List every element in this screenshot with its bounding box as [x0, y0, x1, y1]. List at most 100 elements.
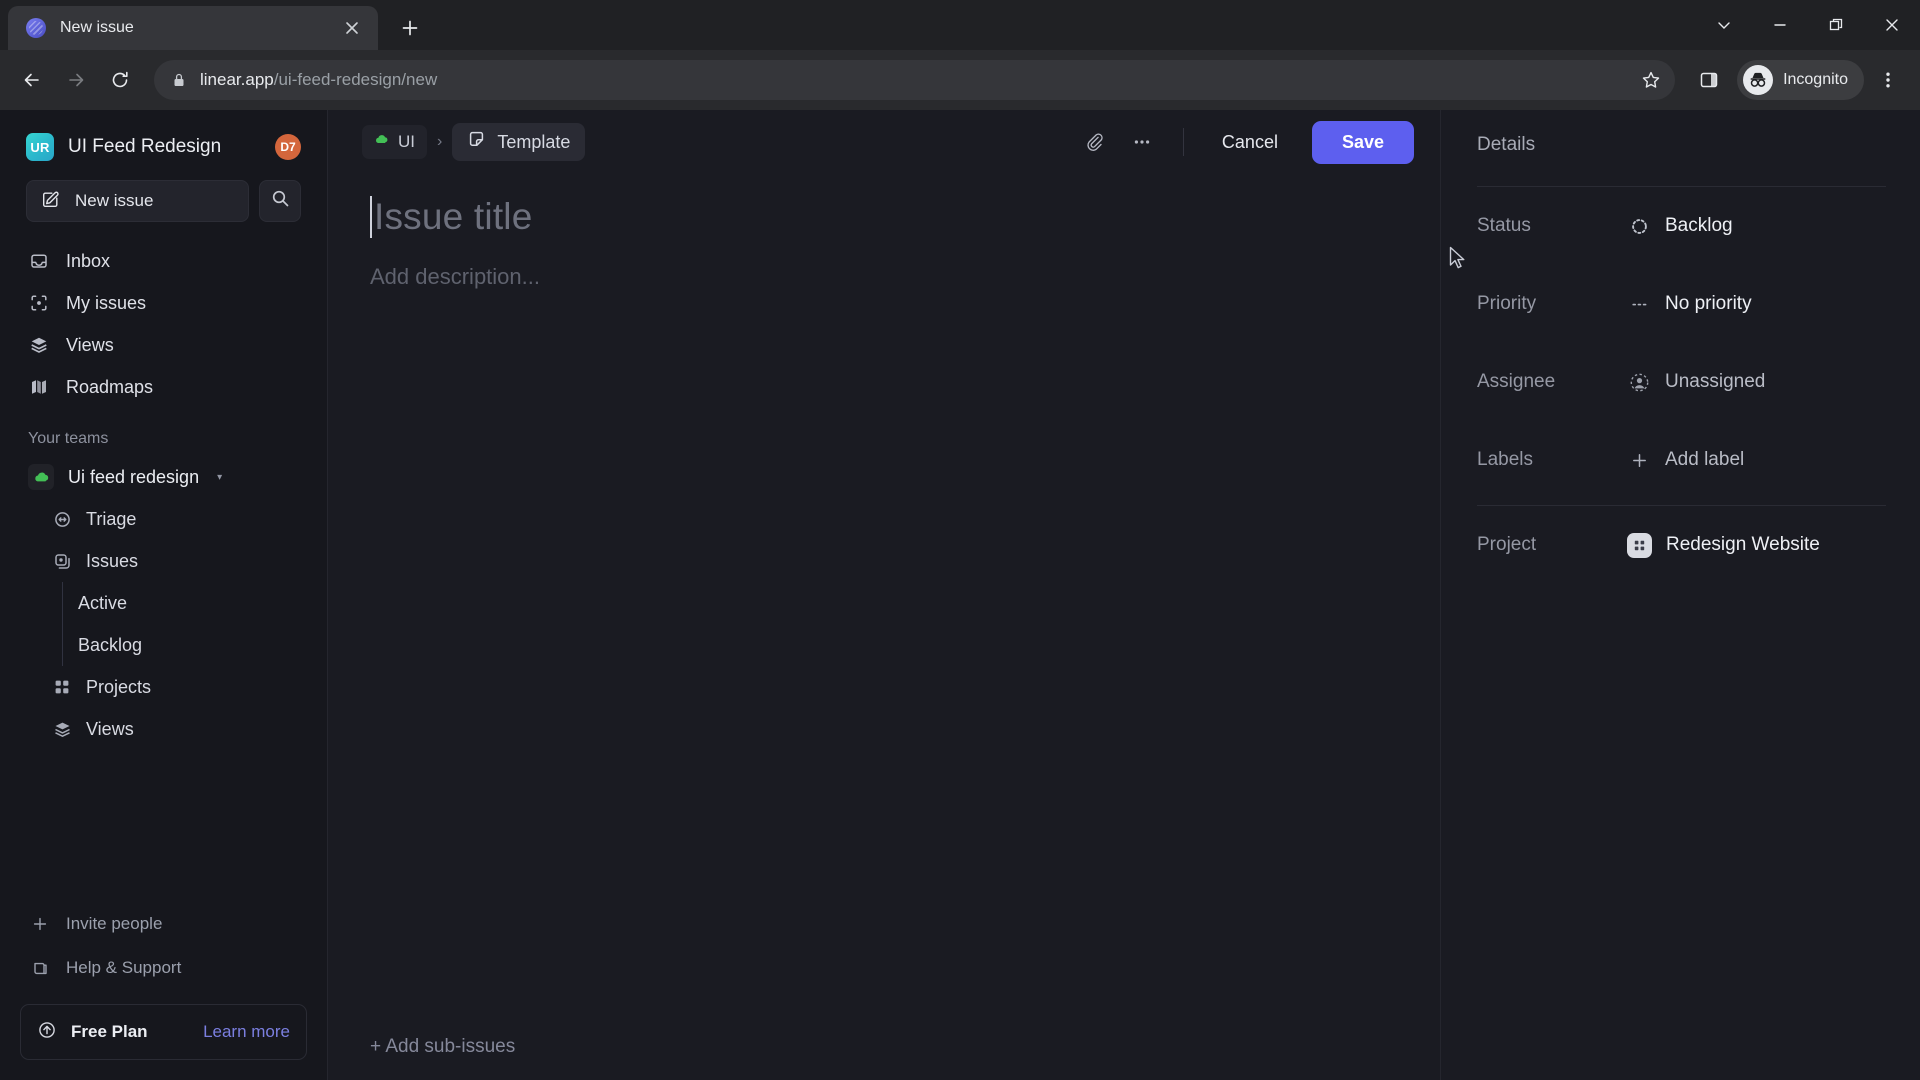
invite-people-button[interactable]: Invite people [0, 902, 327, 946]
breadcrumb-team-label: UI [398, 132, 415, 151]
three-dot-menu-icon[interactable] [1868, 60, 1908, 100]
assignee-value[interactable]: Unassigned [1627, 370, 1765, 394]
team-name: Ui feed redesign [68, 466, 200, 487]
breadcrumb-template[interactable]: Template [452, 123, 586, 161]
sidebar-item-issues[interactable]: Issues [0, 540, 327, 582]
help-support-label: Help & Support [66, 958, 182, 977]
project-text: Redesign Website [1666, 534, 1820, 555]
workspace-avatar: UR [26, 133, 54, 161]
status-value[interactable]: Backlog [1627, 214, 1733, 238]
plus-icon [1627, 448, 1651, 472]
upgrade-arrow-icon [37, 1020, 57, 1045]
assignee-label: Assignee [1477, 371, 1556, 392]
minimize-icon[interactable] [1752, 0, 1808, 50]
close-icon[interactable] [338, 14, 366, 42]
project-value[interactable]: Redesign Website [1627, 532, 1820, 558]
chevron-down-icon[interactable]: ▾ [217, 472, 222, 483]
editor-area: Issue title Add description... + Add sub… [328, 174, 1440, 1080]
incognito-label: Incognito [1783, 71, 1848, 88]
project-grid-icon [1627, 532, 1652, 558]
url-domain: linear.app [200, 70, 274, 89]
workspace-badge[interactable]: D7 [275, 134, 301, 160]
lock-icon [168, 72, 190, 88]
details-row-project[interactable]: Project Redesign Website [1477, 506, 1886, 584]
reload-icon[interactable] [100, 60, 140, 100]
incognito-profile-badge[interactable]: Incognito [1737, 60, 1864, 100]
search-button[interactable] [259, 180, 301, 222]
bookmark-star-icon[interactable] [1641, 70, 1661, 90]
green-cloud-icon [374, 132, 389, 152]
layers-icon [52, 719, 72, 739]
sidebar-item-active[interactable]: Active [0, 582, 327, 624]
browser-tab[interactable]: New issue [8, 6, 378, 50]
forward-arrow-icon[interactable] [56, 60, 96, 100]
close-icon[interactable] [1864, 0, 1920, 50]
address-bar[interactable]: linear.app/ui-feed-redesign/new [154, 60, 1676, 100]
sidebar-item-views[interactable]: Views [18, 324, 309, 366]
sidebar-item-inbox[interactable]: Inbox [18, 240, 309, 282]
sidebar-item-triage[interactable]: Triage [0, 498, 327, 540]
details-row-assignee[interactable]: Assignee Unassigned [1477, 343, 1886, 421]
sidebar-item-backlog[interactable]: Backlog [0, 624, 327, 666]
three-dot-icon[interactable] [1121, 121, 1163, 163]
chevron-down-icon[interactable] [1696, 0, 1752, 50]
sidebar-label: Roadmaps [66, 376, 154, 397]
invite-people-label: Invite people [66, 914, 163, 933]
save-button[interactable]: Save [1311, 120, 1414, 164]
plan-box[interactable]: Free Plan Learn more [20, 1004, 307, 1060]
sidebar-actions: New issue [0, 170, 327, 226]
sidebar-item-projects[interactable]: Projects [0, 666, 327, 708]
sidebar-item-my-issues[interactable]: My issues [18, 282, 309, 324]
paperclip-icon[interactable] [1073, 121, 1115, 163]
help-support-button[interactable]: Help & Support [0, 946, 327, 990]
learn-more-link[interactable]: Learn more [203, 1022, 290, 1042]
new-issue-button[interactable]: New issue [26, 180, 249, 222]
sidebar-item-team-views[interactable]: Views [0, 708, 327, 750]
sidebar-label: Inbox [66, 250, 111, 271]
details-row-status[interactable]: Status Backlog [1477, 187, 1886, 265]
browser-window: New issue linear.app/ui-feed-redesign/ne… [0, 0, 1920, 1080]
new-tab-button[interactable] [392, 10, 428, 46]
new-issue-label: New issue [75, 191, 154, 210]
issue-description-input[interactable]: Add description... [370, 264, 1400, 290]
add-label-button[interactable]: Add label [1627, 448, 1744, 472]
sidebar-label: Projects [86, 676, 152, 697]
issue-title-input[interactable]: Issue title [370, 196, 1400, 238]
labels-label: Labels [1477, 449, 1533, 470]
issue-title-placeholder: Issue title [374, 196, 533, 237]
breadcrumb-template-label: Template [497, 131, 571, 152]
my-issues-icon [28, 292, 50, 314]
workspace-name: UI Feed Redesign [68, 136, 222, 157]
restore-icon[interactable] [1808, 0, 1864, 50]
status-label: Status [1477, 215, 1531, 236]
team-subnav: Triage Issues Active Backlog Projects Vi… [0, 498, 327, 750]
issues-icon [52, 551, 72, 571]
triage-icon [52, 509, 72, 529]
inbox-icon [28, 250, 50, 272]
details-row-priority[interactable]: Priority No priority [1477, 265, 1886, 343]
sidebar-label: My issues [66, 292, 147, 313]
workspace-switcher[interactable]: UR UI Feed Redesign D7 [0, 124, 327, 170]
sidebar-label: Issues [86, 550, 139, 571]
details-heading: Details [1477, 134, 1536, 155]
sidebar-item-roadmaps[interactable]: Roadmaps [18, 366, 309, 408]
url-text: linear.app/ui-feed-redesign/new [200, 70, 437, 90]
text-cursor [370, 196, 372, 238]
search-icon [271, 189, 290, 213]
details-row-labels[interactable]: Labels Add label [1477, 421, 1886, 499]
project-label: Project [1477, 534, 1537, 555]
projects-grid-icon [52, 677, 72, 697]
sidebar-team-ui-feed-redesign[interactable]: Ui feed redesign ▾ [0, 456, 327, 498]
side-panel-icon[interactable] [1689, 60, 1729, 100]
plan-name: Free Plan [71, 1022, 148, 1041]
priority-value[interactable]: No priority [1627, 292, 1752, 316]
back-arrow-icon[interactable] [12, 60, 52, 100]
cancel-button[interactable]: Cancel [1204, 122, 1296, 163]
add-sub-issues-button[interactable]: + Add sub-issues [370, 1036, 515, 1058]
browser-toolbar: linear.app/ui-feed-redesign/new Incognit… [0, 50, 1920, 110]
breadcrumb-team[interactable]: UI [362, 125, 427, 159]
priority-label: Priority [1477, 293, 1537, 314]
compose-icon [41, 189, 61, 214]
no-priority-dashes-icon [1627, 292, 1651, 316]
sidebar-label: Views [86, 718, 134, 739]
